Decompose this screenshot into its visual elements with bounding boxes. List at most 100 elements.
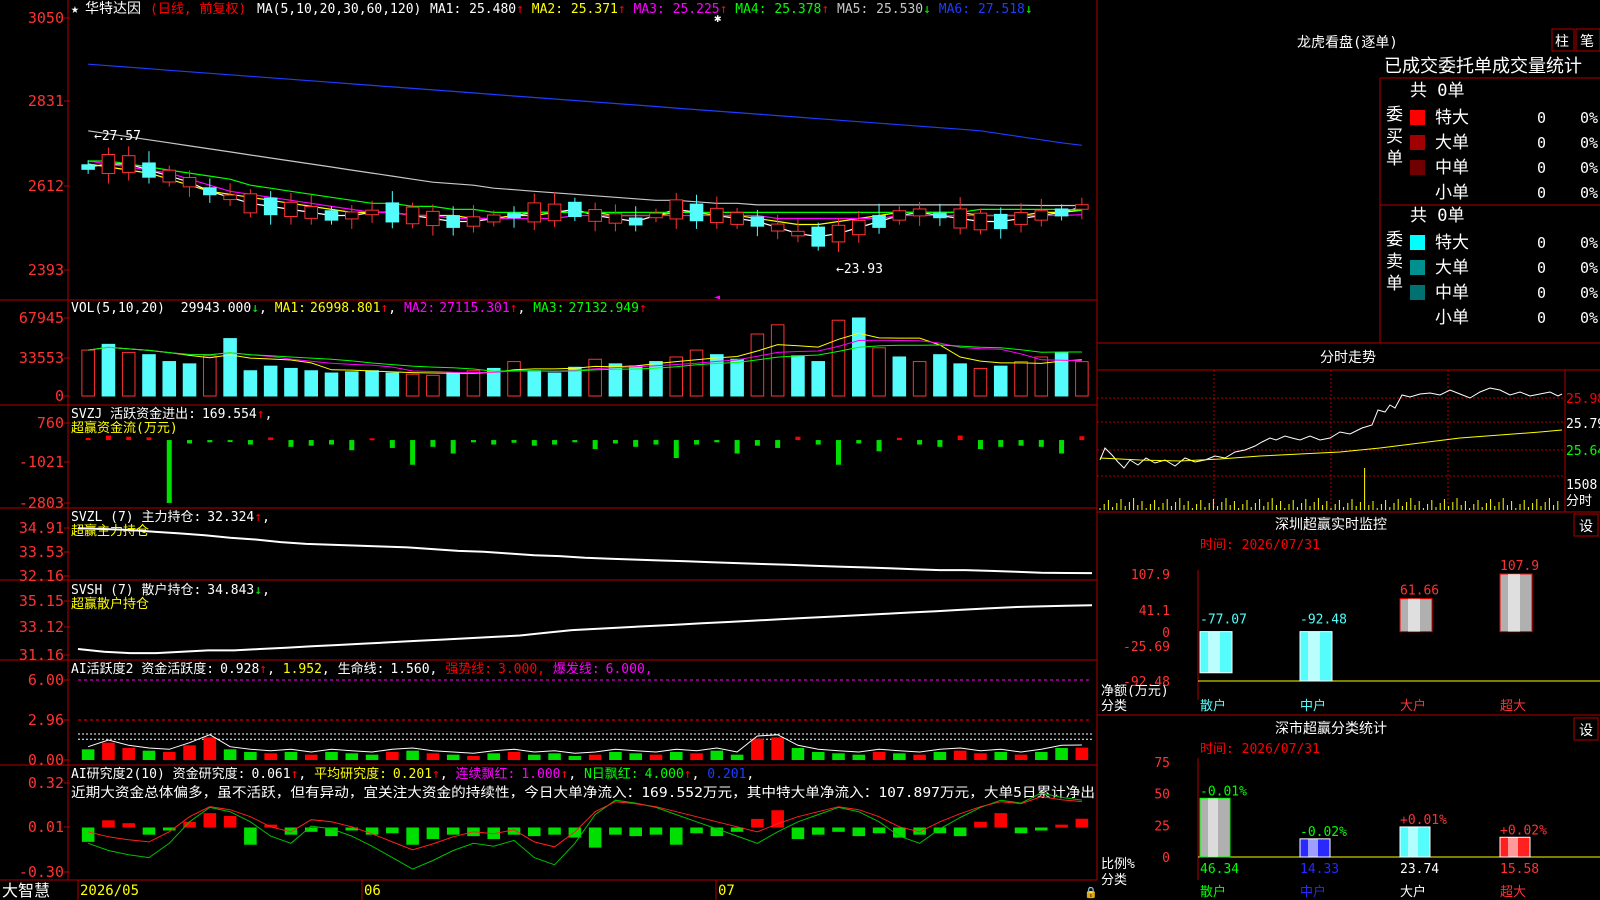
ai-bar: [284, 752, 298, 760]
sz-classify-bar-shine: [1408, 826, 1418, 857]
ai-bar: [751, 738, 764, 760]
ai-bars: [78, 679, 1092, 760]
ai2-bar: [1014, 827, 1028, 834]
sz-monitor-value: -77.07: [1200, 613, 1247, 628]
candle: [608, 213, 623, 224]
ai2-bar: [102, 820, 115, 828]
svsh-panel[interactable]: 35.15 33.12 31.16 SVSH (7) 散户持仓: 34.843↓, 超…: [19, 582, 1093, 664]
vol-bar: [669, 356, 684, 397]
ai-research-comment: 近期大资金总体偏多，虽不活跃，但有异动，宜关注大资金的持续性，今日大单净流入：1…: [71, 784, 1095, 801]
settings-label: 设: [1579, 519, 1593, 535]
ma-lines: [88, 63, 1083, 238]
svzl-line: [77, 527, 1093, 575]
candle: [486, 214, 501, 223]
svzj-bar: [957, 435, 963, 441]
ma-arrow-4: ↑: [821, 2, 829, 17]
sz-classify-panel[interactable]: 深市超赢分类统计 设 时间: 2026/07/31 75 50 25 0 -0.01% 4…: [1101, 717, 1600, 900]
candle: [973, 212, 988, 231]
date-label-2: 07: [718, 883, 735, 899]
candle: [588, 209, 602, 222]
ai-activity-panel[interactable]: 6.00 2.96 0.00 AI活跃度2 资金活跃度: 0.928↑, 1.952,…: [28, 661, 1092, 769]
ai-research-panel[interactable]: 0.32 0.01 -0.30 AI研究度2(10) 资金研究度: 0.061↑, 平…: [19, 766, 1095, 881]
vol-bar: [344, 371, 359, 397]
svzj-bar: [876, 440, 882, 452]
svzjAxis-tick-1: -1021: [19, 453, 64, 471]
svzj-bar: [470, 440, 476, 443]
svzj-bar: [247, 440, 253, 445]
ma-value-6: MA6: 27.518: [931, 2, 1025, 17]
svzjAxis-tick-0: 760: [37, 414, 64, 432]
svzj-bar: [146, 437, 152, 441]
ma-value-4: MA4: 25.378: [727, 2, 821, 17]
candle: [466, 216, 481, 227]
ai-bar: [893, 753, 906, 760]
svzj-axis: 760 -1021 -2803: [19, 414, 70, 512]
price-panel[interactable]: ★ 华特达因 (日线, 前复权) MA(5,10,20,30,60,120) M…: [28, 1, 1089, 303]
ai-bar: [426, 753, 440, 760]
ai-bar: [386, 752, 399, 760]
vol-bar: [973, 367, 988, 397]
svzj-bar: [795, 436, 801, 441]
candle: [892, 210, 907, 221]
vol-bar: [365, 370, 379, 397]
ai-bar: [690, 753, 703, 760]
date-axis: 大智慧 2026/05 06 07 🔒: [2, 880, 1098, 900]
high-marker: ←27.57: [94, 129, 141, 144]
candle: [689, 203, 704, 222]
ai2-axis: 0.32 0.01 -0.30: [19, 774, 70, 881]
ai2-line: [87, 792, 1082, 870]
row-pct: 0%: [1580, 309, 1598, 327]
legend-swatch: [1410, 235, 1425, 250]
vol-bar: [304, 370, 319, 397]
candle: [953, 208, 967, 229]
ai-bar: [913, 754, 926, 760]
ai-bar: [1055, 748, 1068, 760]
sz-monitor-ytick: -25.69: [1123, 640, 1170, 655]
vol-bar: [588, 358, 602, 397]
legend-swatch: [1410, 135, 1425, 150]
ai-bar: [162, 752, 176, 760]
svzj-bar: [369, 438, 375, 441]
ai2-bar: [223, 816, 237, 828]
svzj-bar: [308, 440, 314, 446]
sz-monitor-ytick: 107.9: [1131, 568, 1170, 583]
svzj-panel[interactable]: 760 -1021 -2803 SVZJ 活跃资金进出: 169.554↑, 超赢资金…: [19, 406, 1085, 512]
vol-bar: [142, 354, 156, 397]
vol-panel[interactable]: 67945 33553 0 VOL(5,10,20) 29943.000↓, MA1…: [19, 301, 1089, 405]
ai2-bar: [426, 827, 440, 839]
vol-bar: [547, 372, 562, 397]
svzj-bar: [937, 440, 943, 447]
ai2-bar: [629, 827, 642, 837]
ai-bar: [933, 752, 947, 760]
vol-bar: [446, 372, 460, 397]
vol-bar: [649, 361, 663, 397]
date-label-0: 2026/05: [80, 883, 139, 899]
svsh-header: SVSH (7) 散户持仓: 34.843↓,: [71, 582, 270, 598]
ai2-bars: [81, 792, 1089, 870]
ma-value-5: MA5: 25.530: [829, 2, 923, 17]
ai-bar: [304, 754, 318, 760]
ai-bar: [507, 752, 521, 760]
svzj-bar: [714, 440, 720, 443]
svzl-panel[interactable]: 34.9133.5332.16 SVZL (7) 主力持仓: 32.324↑, 超…: [19, 510, 1093, 585]
svzj-bar: [187, 440, 193, 444]
sz-monitor-panel[interactable]: 深圳超赢实时监控 设 时间: 2026/07/31 107.9 41.1 0-25.…: [1101, 513, 1600, 714]
ai-bar: [953, 750, 967, 760]
intraday-panel[interactable]: 分时走势 25.98 25.79 25.64 1508 分时: [1097, 350, 1600, 512]
row-pct: 0%: [1580, 134, 1598, 152]
intraday-tick-0: 25.98: [1566, 392, 1600, 407]
sz-classify-change: +0.02%: [1500, 823, 1547, 838]
row-count: 0: [1537, 109, 1546, 127]
vol-bar: [527, 370, 542, 397]
ai-bar: [102, 742, 115, 760]
candle: [1054, 208, 1069, 217]
svzlAxis-tick-2: 32.16: [19, 567, 64, 585]
sz-classify-date: 时间: 2026/07/31: [1200, 742, 1320, 757]
dragon-panel[interactable]: 龙虎看盘(逐单) 柱 笔 已成交委托单成交量统计 委买单 委卖单 共 0单 共 …: [1297, 28, 1600, 328]
sz-monitor-bar-shine: [1508, 574, 1520, 632]
vol-bar: [892, 356, 907, 397]
svzlAxis-tick-1: 33.53: [19, 543, 64, 561]
row-pct: 0%: [1580, 159, 1598, 177]
ai2Axis-tick-0: 0.32: [28, 774, 64, 792]
vol-bar: [162, 361, 177, 397]
